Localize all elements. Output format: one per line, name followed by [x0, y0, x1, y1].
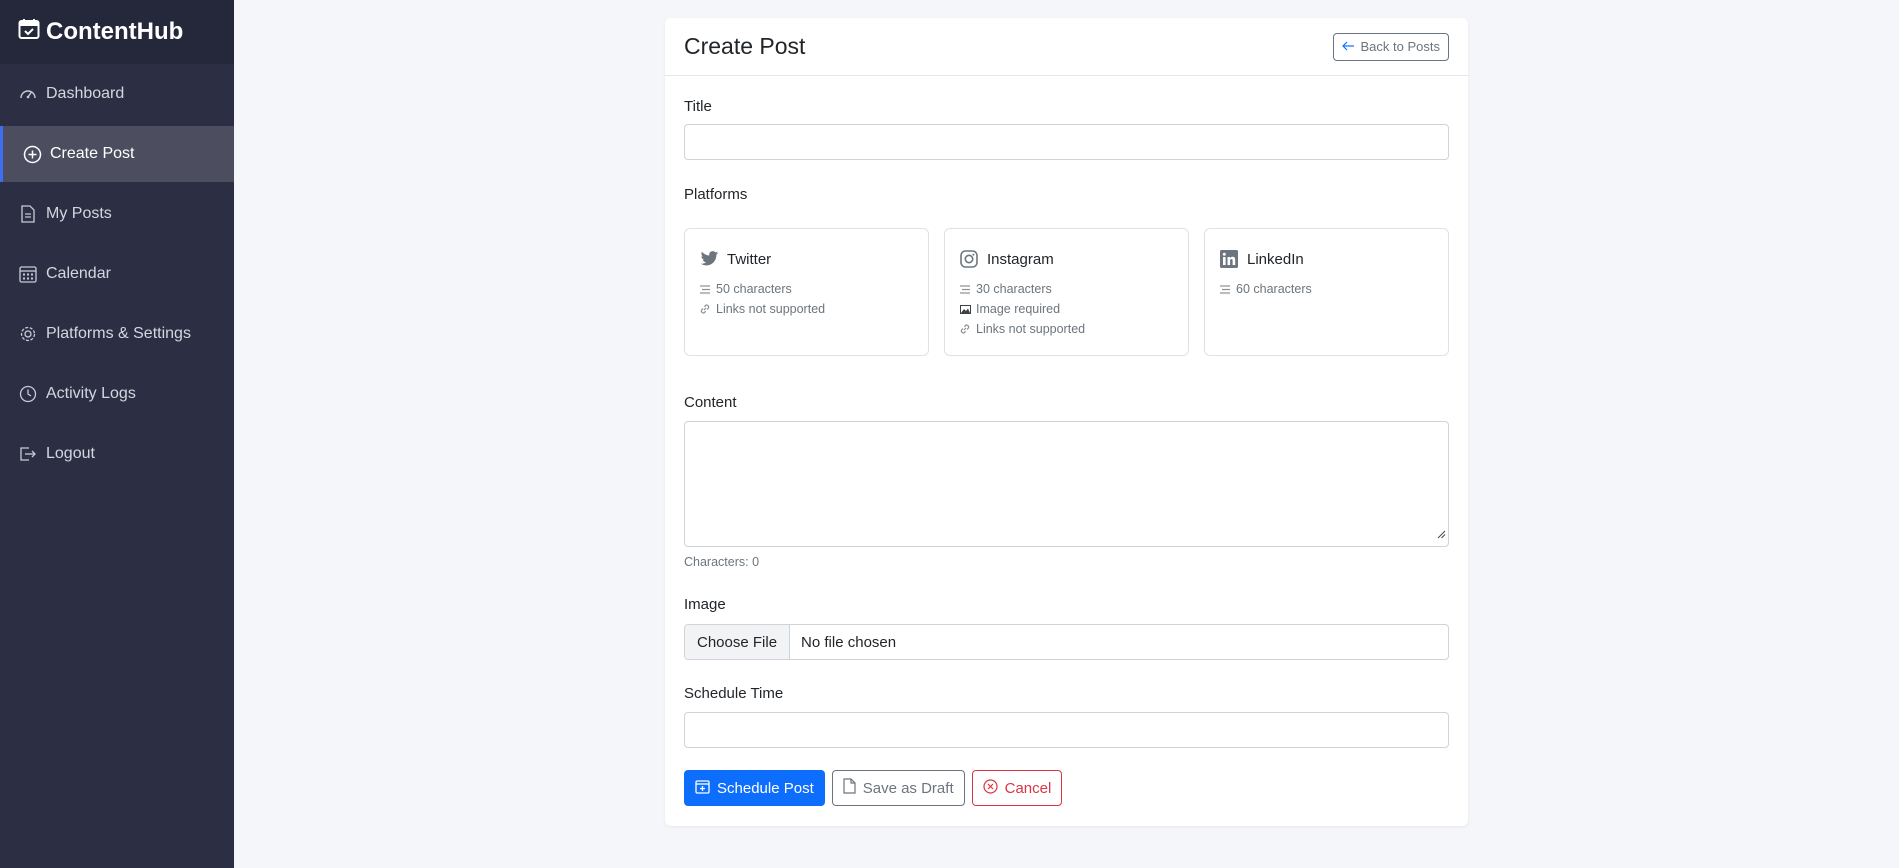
file-icon [843, 778, 856, 798]
link-icon [960, 324, 971, 334]
sidebar-item-create-post[interactable]: Create Post [0, 126, 234, 182]
platform-name: LinkedIn [1247, 250, 1304, 268]
title-input[interactable] [684, 124, 1449, 160]
platform-card-twitter[interactable]: Twitter 50 characters Links not supporte… [684, 228, 929, 356]
content-label: Content [684, 394, 737, 411]
schedule-post-button[interactable]: Schedule Post [684, 770, 825, 806]
card-header: Create Post Back to Posts [665, 18, 1468, 76]
platform-rule: Image required [960, 299, 1173, 319]
twitter-icon [700, 249, 720, 269]
speedometer-icon [18, 84, 38, 104]
calendar-icon [18, 264, 38, 284]
platform-rule: 30 characters [960, 279, 1173, 299]
back-to-posts-button[interactable]: Back to Posts [1332, 32, 1449, 61]
platform-rule: Links not supported [700, 299, 913, 319]
platform-rule: 50 characters [700, 279, 913, 299]
document-icon [18, 204, 38, 224]
text-lines-icon [1220, 284, 1231, 294]
x-circle-icon [983, 778, 998, 798]
title-label: Title [684, 98, 712, 115]
brand-name: ContentHub [46, 18, 184, 45]
sidebar-item-dashboard[interactable]: Dashboard [0, 66, 234, 122]
create-post-card: Create Post Back to Posts Title Platform… [665, 18, 1468, 826]
schedule-post-label: Schedule Post [717, 779, 814, 797]
sidebar-nav: Dashboard Create Post My Posts Calendar … [0, 66, 234, 482]
calendar-check-icon [18, 18, 46, 47]
platform-rule: Links not supported [960, 319, 1173, 339]
logout-icon [18, 444, 38, 464]
back-to-posts-label: Back to Posts [1360, 39, 1440, 54]
choose-file-button[interactable]: Choose File [685, 625, 791, 659]
calendar-plus-icon [695, 779, 710, 798]
platform-card-linkedin[interactable]: LinkedIn 60 characters [1204, 228, 1449, 356]
cancel-button[interactable]: Cancel [971, 770, 1063, 806]
text-lines-icon [960, 284, 971, 294]
schedule-time-input[interactable] [684, 712, 1449, 748]
clock-icon [18, 384, 38, 404]
linkedin-icon [1220, 249, 1240, 269]
sidebar: ContentHub Dashboard Create Post My Post… [0, 0, 234, 868]
platforms-label: Platforms [684, 186, 748, 203]
sidebar-item-label: Activity Logs [46, 385, 136, 402]
file-status: No file chosen [801, 633, 897, 651]
image-file-input[interactable]: Choose File No file chosen [684, 624, 1449, 660]
save-draft-label: Save as Draft [862, 779, 954, 797]
sidebar-item-label: Logout [46, 445, 95, 462]
sidebar-item-label: My Posts [46, 205, 112, 222]
sidebar-item-platforms-settings[interactable]: Platforms & Settings [0, 306, 234, 362]
image-label: Image [684, 596, 726, 613]
instagram-icon [960, 249, 980, 269]
sidebar-item-label: Platforms & Settings [46, 325, 191, 342]
sidebar-item-label: Dashboard [46, 85, 125, 102]
sidebar-item-activity-logs[interactable]: Activity Logs [0, 366, 234, 422]
platform-name: Twitter [727, 250, 772, 268]
arrow-left-icon [1341, 39, 1355, 54]
platform-name: Instagram [987, 250, 1054, 268]
platform-rule: 60 characters [1220, 279, 1433, 299]
link-icon [700, 304, 711, 314]
sidebar-item-label: Create Post [50, 145, 135, 162]
character-count: Characters: 0 [684, 555, 760, 569]
image-icon [960, 304, 971, 314]
cancel-label: Cancel [1004, 779, 1052, 797]
sidebar-item-my-posts[interactable]: My Posts [0, 186, 234, 242]
brand[interactable]: ContentHub [0, 0, 234, 64]
schedule-time-label: Schedule Time [684, 685, 784, 702]
platform-card-instagram[interactable]: Instagram 30 characters Image required L… [944, 228, 1189, 356]
save-draft-button[interactable]: Save as Draft [831, 770, 965, 806]
content-textarea[interactable] [684, 421, 1449, 547]
sidebar-item-logout[interactable]: Logout [0, 426, 234, 482]
plus-circle-icon [22, 144, 42, 164]
sidebar-item-calendar[interactable]: Calendar [0, 246, 234, 302]
gear-icon [18, 324, 38, 344]
sidebar-item-label: Calendar [46, 265, 111, 282]
form-actions: Schedule Post Save as Draft Cancel [684, 770, 1063, 806]
page-title: Create Post [684, 33, 806, 59]
text-lines-icon [700, 284, 711, 294]
resize-grip-icon[interactable] [1437, 526, 1446, 544]
